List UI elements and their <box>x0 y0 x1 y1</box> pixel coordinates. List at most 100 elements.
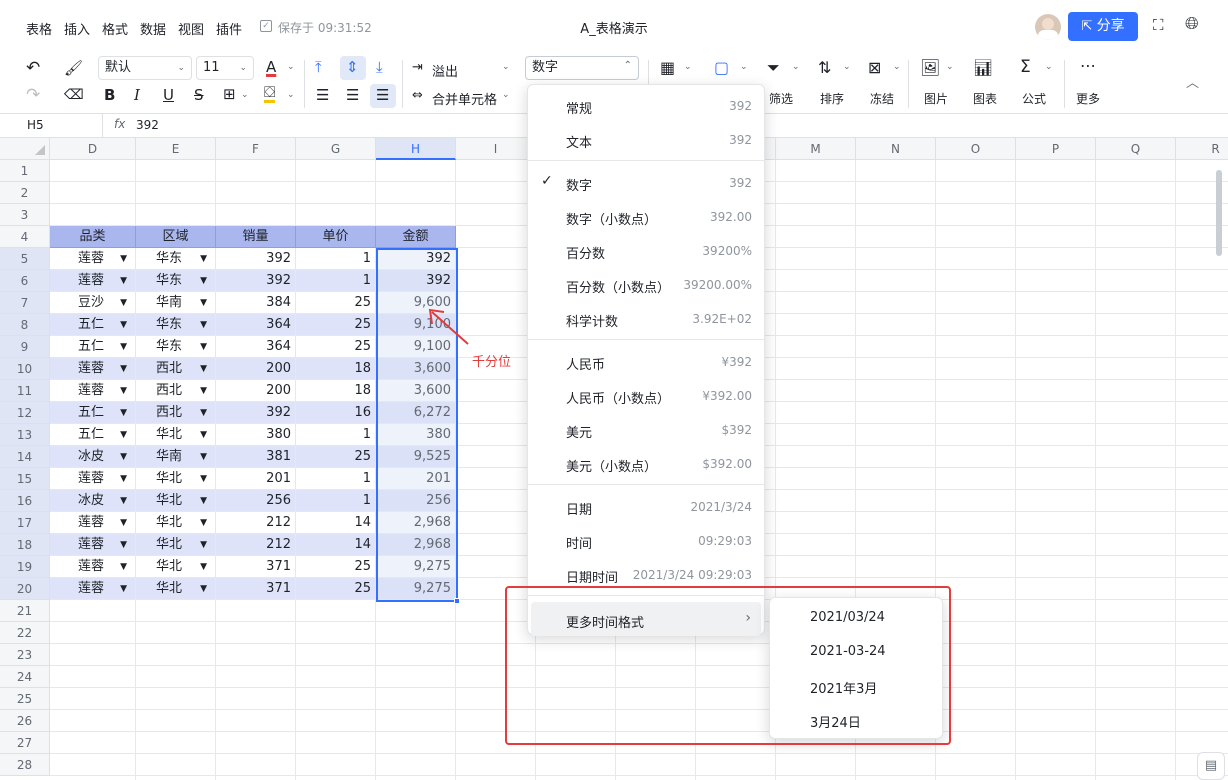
format-menu-item[interactable]: 美元 $392 <box>528 412 764 446</box>
table-cell[interactable]: 1 <box>296 490 375 511</box>
dropdown-arrow-icon[interactable]: ▼ <box>120 512 127 533</box>
merge-label[interactable]: 合并单元格 <box>432 89 497 108</box>
column-header[interactable]: R <box>1176 138 1228 160</box>
chevron-down-icon[interactable]: ⌄ <box>287 62 295 72</box>
freeze-label[interactable]: 冻结 <box>870 90 894 107</box>
eraser-icon[interactable]: ⌫ <box>64 87 84 103</box>
table-cell[interactable]: 380 <box>216 424 295 445</box>
dropdown-arrow-icon[interactable]: ▼ <box>200 424 207 445</box>
chart-icon[interactable]: 📊︎ <box>973 58 993 77</box>
table-cell[interactable]: ▼ 西北 <box>136 380 215 401</box>
format-menu-item[interactable]: 常规 392 <box>528 88 764 122</box>
table-cell[interactable]: 200 <box>216 380 295 401</box>
undo-icon[interactable]: ↶ <box>26 58 40 78</box>
chevron-down-icon[interactable]: ⌄ <box>792 62 800 72</box>
row-header[interactable]: 27 <box>0 732 50 754</box>
table-cell[interactable]: ▼ 华北 <box>136 490 215 511</box>
dropdown-arrow-icon[interactable]: ▼ <box>200 270 207 291</box>
row-header[interactable]: 1 <box>0 160 50 182</box>
table-cell[interactable]: 200 <box>216 358 295 379</box>
vertical-scrollbar[interactable] <box>1216 170 1222 256</box>
dropdown-arrow-icon[interactable]: ▼ <box>120 336 127 357</box>
overflow-icon[interactable]: ⇥ <box>412 60 423 75</box>
share-button[interactable]: ⇱ 分享 <box>1068 12 1138 41</box>
format-menu-item[interactable]: 科学计数 3.92E+02 <box>528 301 764 335</box>
row-header[interactable]: 17 <box>0 512 50 534</box>
chart-label[interactable]: 图表 <box>973 90 997 107</box>
table-cell[interactable]: ▼ 华东 <box>136 248 215 269</box>
menu-data[interactable]: 数据 <box>140 19 166 38</box>
more-label[interactable]: 更多 <box>1076 90 1100 107</box>
column-header[interactable]: Q <box>1096 138 1176 160</box>
table-cell[interactable]: 371 <box>216 556 295 577</box>
filter-icon[interactable]: ⏷ <box>767 58 780 78</box>
table-cell[interactable]: ▼ 莲蓉 <box>50 556 135 577</box>
table-cell[interactable]: ▼ 西北 <box>136 402 215 423</box>
freeze-icon[interactable]: ⊠ <box>868 58 881 77</box>
column-header[interactable]: M <box>776 138 856 160</box>
number-format-select[interactable]: 数字 ⌃ <box>525 56 639 80</box>
row-header[interactable]: 20 <box>0 578 50 600</box>
table-cell[interactable]: ▼ 莲蓉 <box>50 248 135 269</box>
chevron-down-icon[interactable]: ⌄ <box>893 62 901 72</box>
fill-color-icon[interactable]: ⛋ <box>264 85 276 103</box>
row-header[interactable]: 23 <box>0 644 50 666</box>
collapse-icon[interactable]: ︿ <box>1186 72 1199 91</box>
table-cell[interactable]: ▼ 华北 <box>136 534 215 555</box>
table-cell[interactable]: 364 <box>216 336 295 357</box>
table-cell[interactable]: 14 <box>296 534 375 555</box>
format-menu-item[interactable]: 百分数 39200% <box>528 233 764 267</box>
table-cell[interactable]: 25 <box>296 446 375 467</box>
table-cell[interactable]: ▼ 冰皮 <box>50 446 135 467</box>
dropdown-arrow-icon[interactable]: ▼ <box>120 314 127 335</box>
table-cell[interactable]: 256 <box>216 490 295 511</box>
dropdown-arrow-icon[interactable]: ▼ <box>120 490 127 511</box>
table-cell[interactable]: 1 <box>296 248 375 269</box>
chevron-down-icon[interactable]: ⌄ <box>502 90 510 100</box>
table-cell[interactable]: ▼ 冰皮 <box>50 490 135 511</box>
chevron-down-icon[interactable]: ⌄ <box>502 62 510 72</box>
table-cell[interactable]: ▼ 莲蓉 <box>50 358 135 379</box>
table-cell[interactable]: 392 <box>216 248 295 269</box>
dropdown-arrow-icon[interactable]: ▼ <box>200 512 207 533</box>
row-header[interactable]: 5 <box>0 248 50 270</box>
dropdown-arrow-icon[interactable]: ▼ <box>120 248 127 269</box>
row-header[interactable]: 4 <box>0 226 50 248</box>
chevron-down-icon[interactable]: ⌄ <box>740 62 748 72</box>
chevron-down-icon[interactable]: ⌄ <box>843 62 851 72</box>
column-header[interactable]: O <box>936 138 1016 160</box>
table-cell[interactable]: 18 <box>296 358 375 379</box>
row-header[interactable]: 16 <box>0 490 50 512</box>
align-middle-icon[interactable]: ⇕ <box>346 58 359 76</box>
strikethrough-icon[interactable]: S <box>194 86 204 104</box>
table-cell[interactable]: ▼ 五仁 <box>50 336 135 357</box>
sum-icon[interactable]: Σ <box>1020 57 1031 77</box>
table-cell[interactable]: ▼ 华南 <box>136 446 215 467</box>
format-menu-item[interactable]: 时间 09:29:03 <box>528 523 764 557</box>
column-header[interactable]: E <box>136 138 216 160</box>
dropdown-arrow-icon[interactable]: ▼ <box>120 534 127 555</box>
table-cell[interactable]: 14 <box>296 512 375 533</box>
dropdown-arrow-icon[interactable]: ▼ <box>200 490 207 511</box>
table-cell[interactable]: 1 <box>296 270 375 291</box>
dropdown-arrow-icon[interactable]: ▼ <box>120 578 127 599</box>
dropdown-arrow-icon[interactable]: ▼ <box>200 358 207 379</box>
globe-icon[interactable]: 🌐︎ <box>1185 14 1199 34</box>
row-header[interactable]: 21 <box>0 600 50 622</box>
dropdown-arrow-icon[interactable]: ▼ <box>120 270 127 291</box>
table-cell[interactable]: ▼ 莲蓉 <box>50 468 135 489</box>
column-header[interactable]: I <box>456 138 536 160</box>
row-header[interactable]: 9 <box>0 336 50 358</box>
menu-plugins[interactable]: 插件 <box>216 19 242 38</box>
sort-label[interactable]: 排序 <box>820 90 844 107</box>
table-cell[interactable]: ▼ 莲蓉 <box>50 534 135 555</box>
more-icon[interactable]: ⋯ <box>1080 56 1096 75</box>
align-right-icon[interactable]: ☰ <box>376 86 389 104</box>
chevron-down-icon[interactable]: ⌄ <box>287 90 295 100</box>
merge-icon[interactable]: ⇔ <box>412 88 423 103</box>
cell-style-icon[interactable]: ▦ <box>660 58 675 77</box>
border-icon[interactable]: ⊞ <box>223 85 236 103</box>
dropdown-arrow-icon[interactable]: ▼ <box>200 446 207 467</box>
table-cell[interactable]: 212 <box>216 512 295 533</box>
dropdown-arrow-icon[interactable]: ▼ <box>120 556 127 577</box>
